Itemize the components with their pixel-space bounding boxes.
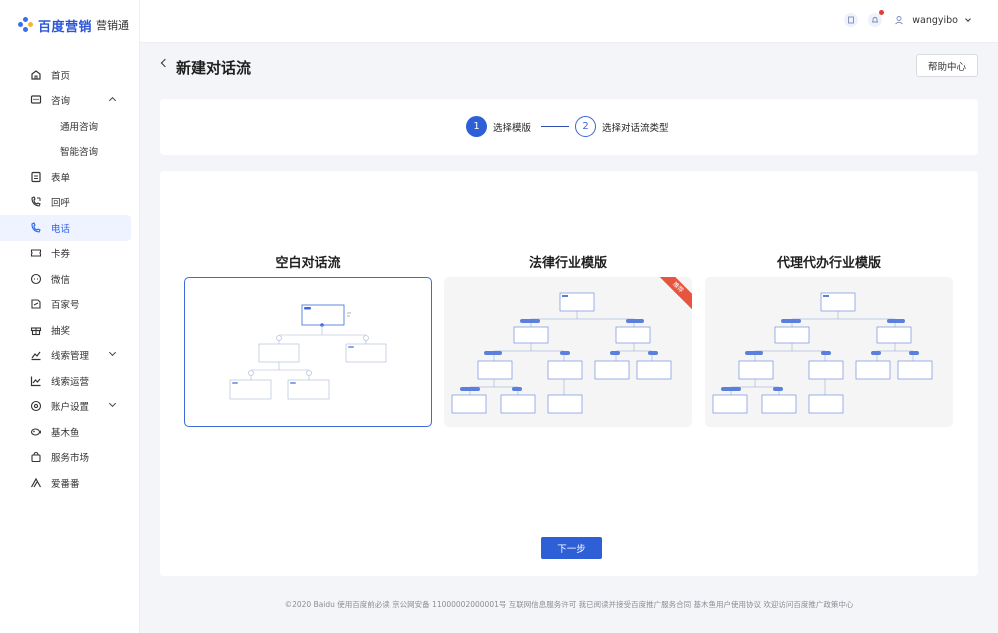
phone-icon <box>30 222 42 234</box>
template-title: 法律行业模版 <box>528 256 607 271</box>
sidebar-item-jimuyu[interactable]: 基木鱼 <box>0 419 131 445</box>
sidebar-item-label: 爱番番 <box>51 478 80 490</box>
sidebar-item-consult[interactable]: 咨询 <box>0 88 131 114</box>
user-icon[interactable] <box>892 13 906 27</box>
agency-flow-preview <box>712 292 933 414</box>
next-step-button[interactable]: 下一步 <box>541 537 602 559</box>
sidebar-item-label: 通用咨询 <box>60 121 99 133</box>
sidebar-item-label: 基木鱼 <box>51 427 80 439</box>
law-flow-preview <box>451 292 672 414</box>
market-icon <box>30 451 42 463</box>
sidebar-item-label: 首页 <box>51 70 71 82</box>
sidebar-item-label: 线索管理 <box>51 351 90 363</box>
clipboard-icon[interactable] <box>844 13 859 27</box>
logo[interactable]: 百度营销 营销通 <box>0 0 139 50</box>
back-arrow-icon[interactable] <box>160 58 170 68</box>
sidebar-item-callback[interactable]: 回呼 <box>0 190 131 216</box>
step-2: 2 选择对话流类型 <box>575 116 669 137</box>
coupon-icon <box>30 247 42 259</box>
step-number: 1 <box>466 116 487 137</box>
sidebar-item-home[interactable]: 首页 <box>0 62 131 88</box>
template-title: 代理代办行业模版 <box>776 256 881 271</box>
sidebar-item-wechat[interactable]: 微信 <box>0 266 131 292</box>
topbar-actions: wangyibo <box>834 10 971 27</box>
step-label: 选择对话流类型 <box>602 122 669 134</box>
chevron-down-icon[interactable] <box>965 15 971 22</box>
blank-flow-preview <box>229 304 387 400</box>
sidebar-item-label: 回呼 <box>51 198 71 210</box>
sidebar-item-account-settings[interactable]: 账户设置 <box>0 394 131 420</box>
template-card-agency[interactable] <box>705 277 953 427</box>
template-card-law[interactable]: 推荐 <box>444 277 692 427</box>
sidebar-item-label: 表单 <box>51 172 71 184</box>
step-number: 2 <box>575 116 596 137</box>
settings-icon <box>30 400 42 412</box>
sidebar-item-label: 电话 <box>51 223 71 235</box>
sidebar-item-label: 微信 <box>51 274 71 286</box>
sidebar-item-lead-management[interactable]: 线索管理 <box>0 343 131 369</box>
sidebar-item-coupon[interactable]: 卡券 <box>0 241 131 267</box>
sidebar-item-general-consult[interactable]: 通用咨询 <box>0 113 131 139</box>
sidebar-item-lead-ops[interactable]: 线索运营 <box>0 368 131 394</box>
footer-links[interactable]: ©2020 Baidu 使用百度前必读 京公网安备 11000002000001… <box>140 599 998 610</box>
baidu-paw-icon <box>18 17 34 33</box>
logo-product: 营销通 <box>96 19 130 32</box>
wechat-icon <box>30 273 42 285</box>
aifanfan-icon <box>30 477 42 489</box>
sidebar-item-label: 抽奖 <box>51 325 71 337</box>
sidebar-item-label: 咨询 <box>51 96 71 108</box>
steps-card: 1 选择模版 2 选择对话流类型 <box>160 99 978 155</box>
step-1: 1 选择模版 <box>466 116 531 137</box>
sidebar-item-phone[interactable]: 电话 <box>0 215 131 241</box>
sidebar-item-form[interactable]: 表单 <box>0 164 131 190</box>
chevron-up-icon <box>108 96 117 104</box>
fish-icon <box>30 426 42 438</box>
sidebar: 百度营销 营销通 首页 咨询 通用咨询 智能咨询 表单 回呼 电话 卡券 微信 … <box>0 0 140 633</box>
template-title: 空白对话流 <box>275 256 341 271</box>
sidebar-item-service-market[interactable]: 服务市场 <box>0 445 131 471</box>
sidebar-item-label: 百家号 <box>51 300 80 312</box>
help-center-button[interactable]: 帮助中心 <box>916 54 978 77</box>
logo-brand: 百度营销 <box>38 19 93 35</box>
notification-dot <box>879 10 885 15</box>
sidebar-item-label: 服务市场 <box>51 453 90 465</box>
page-title: 新建对话流 <box>176 59 252 77</box>
sidebar-item-label: 线索运营 <box>51 376 90 388</box>
form-icon <box>30 171 42 183</box>
topbar: wangyibo <box>140 0 998 43</box>
sidebar-item-aifanfan[interactable]: 爱番番 <box>0 470 131 496</box>
sidebar-item-label: 卡券 <box>51 249 71 261</box>
chat-icon <box>30 94 42 106</box>
bell-icon[interactable] <box>868 10 885 27</box>
lead-ops-icon <box>30 375 42 387</box>
chevron-down-icon <box>108 399 117 407</box>
baijiahao-icon <box>30 298 42 310</box>
gift-icon <box>30 324 42 336</box>
home-icon <box>30 69 42 81</box>
username[interactable]: wangyibo <box>912 15 958 26</box>
sidebar-item-label: 智能咨询 <box>60 147 99 159</box>
sidebar-item-lottery[interactable]: 抽奖 <box>0 317 131 343</box>
step-connector <box>541 126 569 127</box>
template-selection-card: 空白对话流 法律行业模版 代理代办行业模版 推荐 下一步 <box>160 171 978 576</box>
chevron-down-icon <box>108 348 117 356</box>
sidebar-item-baijiahao[interactable]: 百家号 <box>0 292 131 318</box>
callback-icon <box>30 196 42 208</box>
template-card-blank[interactable] <box>184 277 432 427</box>
sidebar-item-label: 账户设置 <box>51 402 90 414</box>
sidebar-item-smart-consult[interactable]: 智能咨询 <box>0 139 131 165</box>
step-label: 选择模版 <box>493 122 532 134</box>
sidebar-menu: 首页 咨询 通用咨询 智能咨询 表单 回呼 电话 卡券 微信 百家号 抽奖 线索… <box>0 62 139 496</box>
lead-manage-icon <box>30 349 42 361</box>
